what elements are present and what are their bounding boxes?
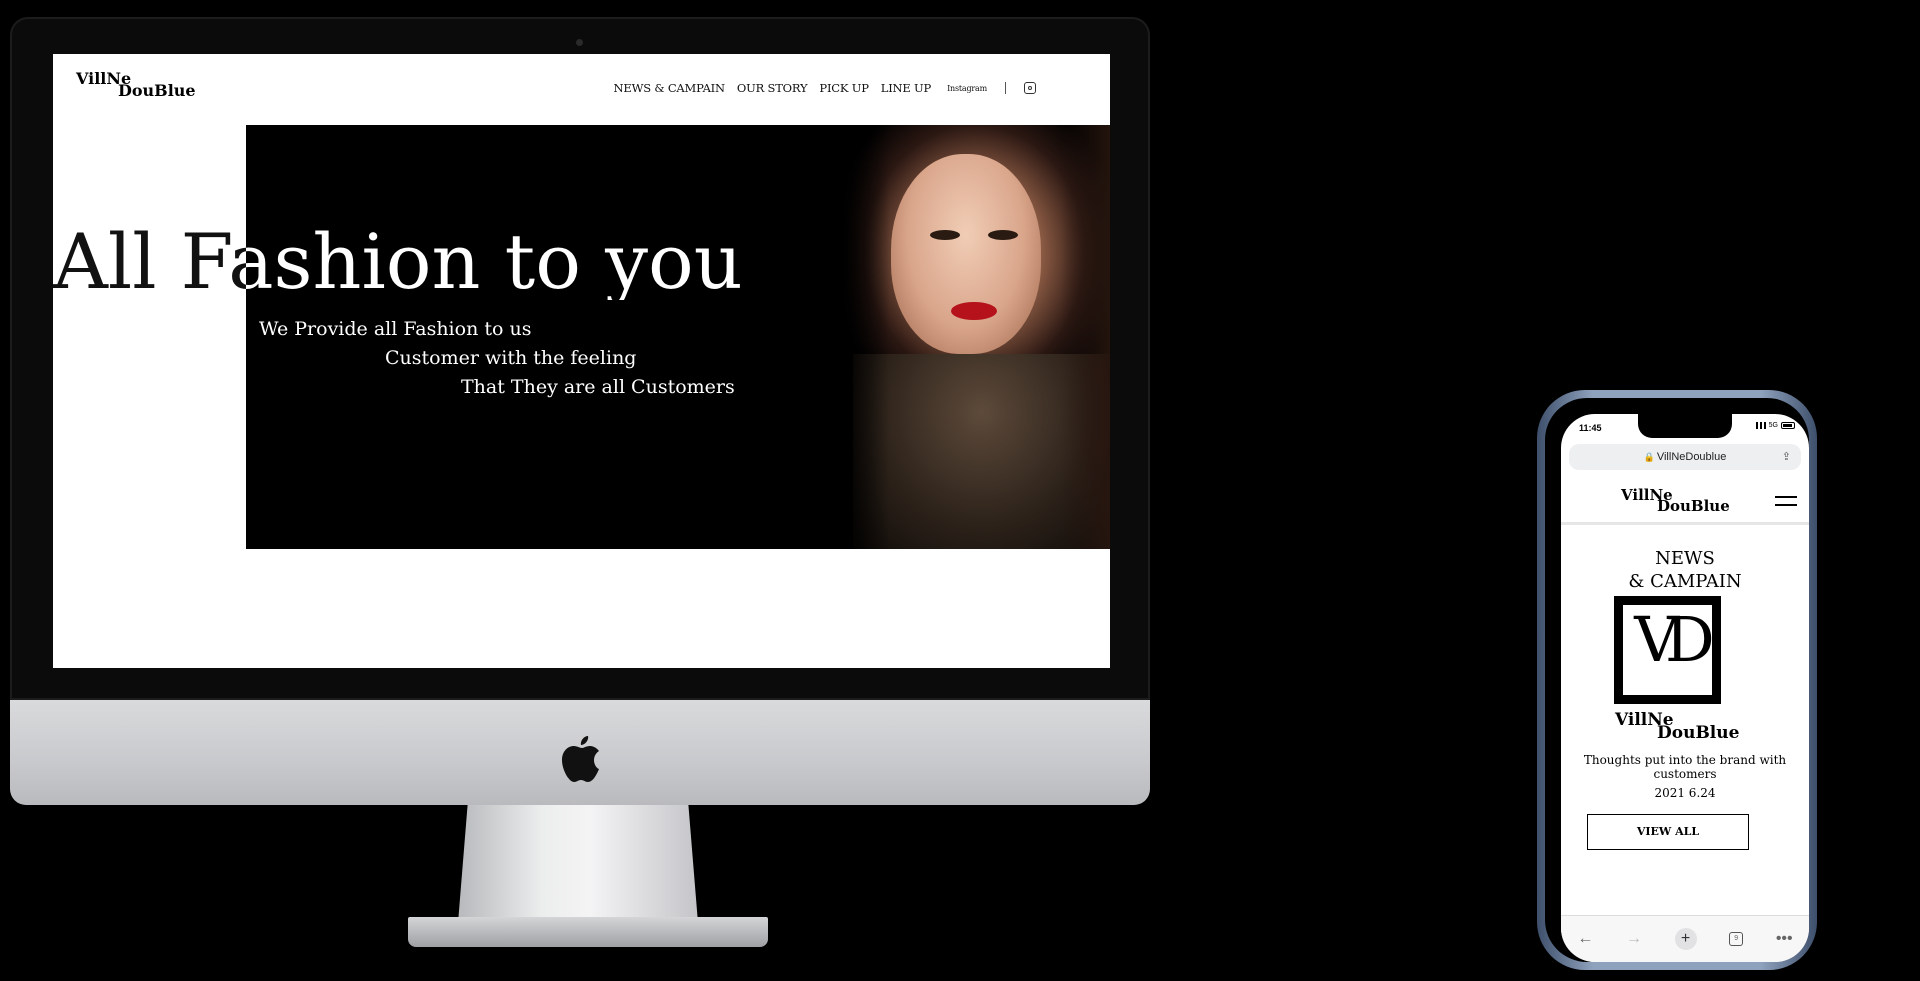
iphone-mockup: 11:45 5G 🔒 VillNeDoublue ⇪ VillNe DouBlue… — [1537, 390, 1817, 970]
imac-mockup: VillNe DouBlue NEWS & CAMPAIN OUR STORY … — [10, 17, 1150, 967]
section-title-line2: & CAMPAIN — [1628, 571, 1742, 592]
imac-foot — [408, 917, 768, 947]
share-icon[interactable]: ⇪ — [1782, 450, 1791, 463]
back-icon[interactable]: ← — [1577, 930, 1593, 948]
emblem-monogram: VD — [1634, 603, 1714, 676]
imac-stand — [458, 805, 698, 923]
more-icon[interactable]: ••• — [1776, 930, 1793, 948]
forward-icon[interactable]: → — [1626, 930, 1642, 948]
mobile-logo[interactable]: VillNe DouBlue — [1621, 488, 1730, 514]
mobile-header: VillNe DouBlue — [1561, 476, 1809, 525]
new-tab-icon[interactable]: + — [1674, 928, 1697, 950]
desktop-website: VillNe DouBlue NEWS & CAMPAIN OUR STORY … — [53, 54, 1110, 668]
view-all-button[interactable]: VIEW ALL — [1587, 814, 1749, 850]
signal-icon — [1755, 422, 1766, 429]
apple-icon — [562, 736, 599, 782]
logo-line2: DouBlue — [118, 81, 196, 100]
nav-our-story[interactable]: OUR STORY — [737, 81, 808, 95]
url-display: 🔒 VillNeDoublue — [1569, 451, 1801, 463]
photo-fade — [841, 125, 1110, 549]
news-date: 2021 6.24 — [1654, 786, 1716, 800]
nav-divider — [1005, 82, 1006, 94]
hero-line-1: We Provide all Fashion to us — [259, 318, 532, 340]
site-logo[interactable]: VillNe DouBlue — [76, 71, 196, 99]
lock-icon: 🔒 — [1643, 452, 1655, 462]
brand-wordmark-line2: DouBlue — [1657, 723, 1740, 743]
status-icons: 5G — [1755, 422, 1795, 429]
tabs-icon[interactable]: 9 — [1729, 932, 1744, 946]
brand-emblem[interactable]: VD — [1614, 596, 1721, 704]
mobile-logo-line2: DouBlue — [1657, 497, 1730, 515]
hero-line-3: That They are all Customers — [461, 376, 735, 398]
mobile-website: 11:45 5G 🔒 VillNeDoublue ⇪ VillNe DouBlue… — [1561, 414, 1809, 962]
address-bar[interactable]: 🔒 VillNeDoublue ⇪ — [1569, 444, 1801, 470]
notch — [1638, 414, 1732, 438]
network-label: 5G — [1768, 422, 1778, 429]
hero-title: All Fashion to you — [53, 217, 743, 306]
browser-toolbar: ← → + 9 ••• — [1561, 915, 1809, 962]
hamburger-menu-icon[interactable] — [1775, 496, 1797, 506]
instagram-icon[interactable] — [1024, 82, 1036, 94]
status-time: 11:45 — [1579, 423, 1602, 433]
nav-line-up[interactable]: LINE UP — [881, 81, 932, 95]
hero-line-2: Customer with the feeling — [385, 347, 637, 369]
imac-bezel: VillNe DouBlue NEWS & CAMPAIN OUR STORY … — [10, 17, 1150, 700]
camera — [576, 39, 583, 46]
site-header: VillNe DouBlue NEWS & CAMPAIN OUR STORY … — [53, 54, 1110, 124]
battery-icon — [1781, 422, 1795, 429]
nav-news-campain[interactable]: NEWS & CAMPAIN — [614, 81, 726, 95]
section-title-line1: NEWS — [1655, 548, 1715, 569]
emblem-inner: VD — [1623, 603, 1715, 695]
brand-wordmark: VillNe DouBlue — [1615, 712, 1739, 742]
imac-chin — [10, 700, 1150, 805]
nav-instagram[interactable]: Instagram — [947, 84, 987, 93]
news-description: Thoughts put into the brand with custome… — [1583, 753, 1787, 781]
main-nav: NEWS & CAMPAIN OUR STORY PICK UP LINE UP… — [614, 81, 1036, 95]
nav-pick-up[interactable]: PICK UP — [819, 81, 869, 95]
url-text: VillNeDoublue — [1656, 451, 1727, 463]
iphone-bezel: 11:45 5G 🔒 VillNeDoublue ⇪ VillNe DouBlue… — [1545, 398, 1809, 962]
